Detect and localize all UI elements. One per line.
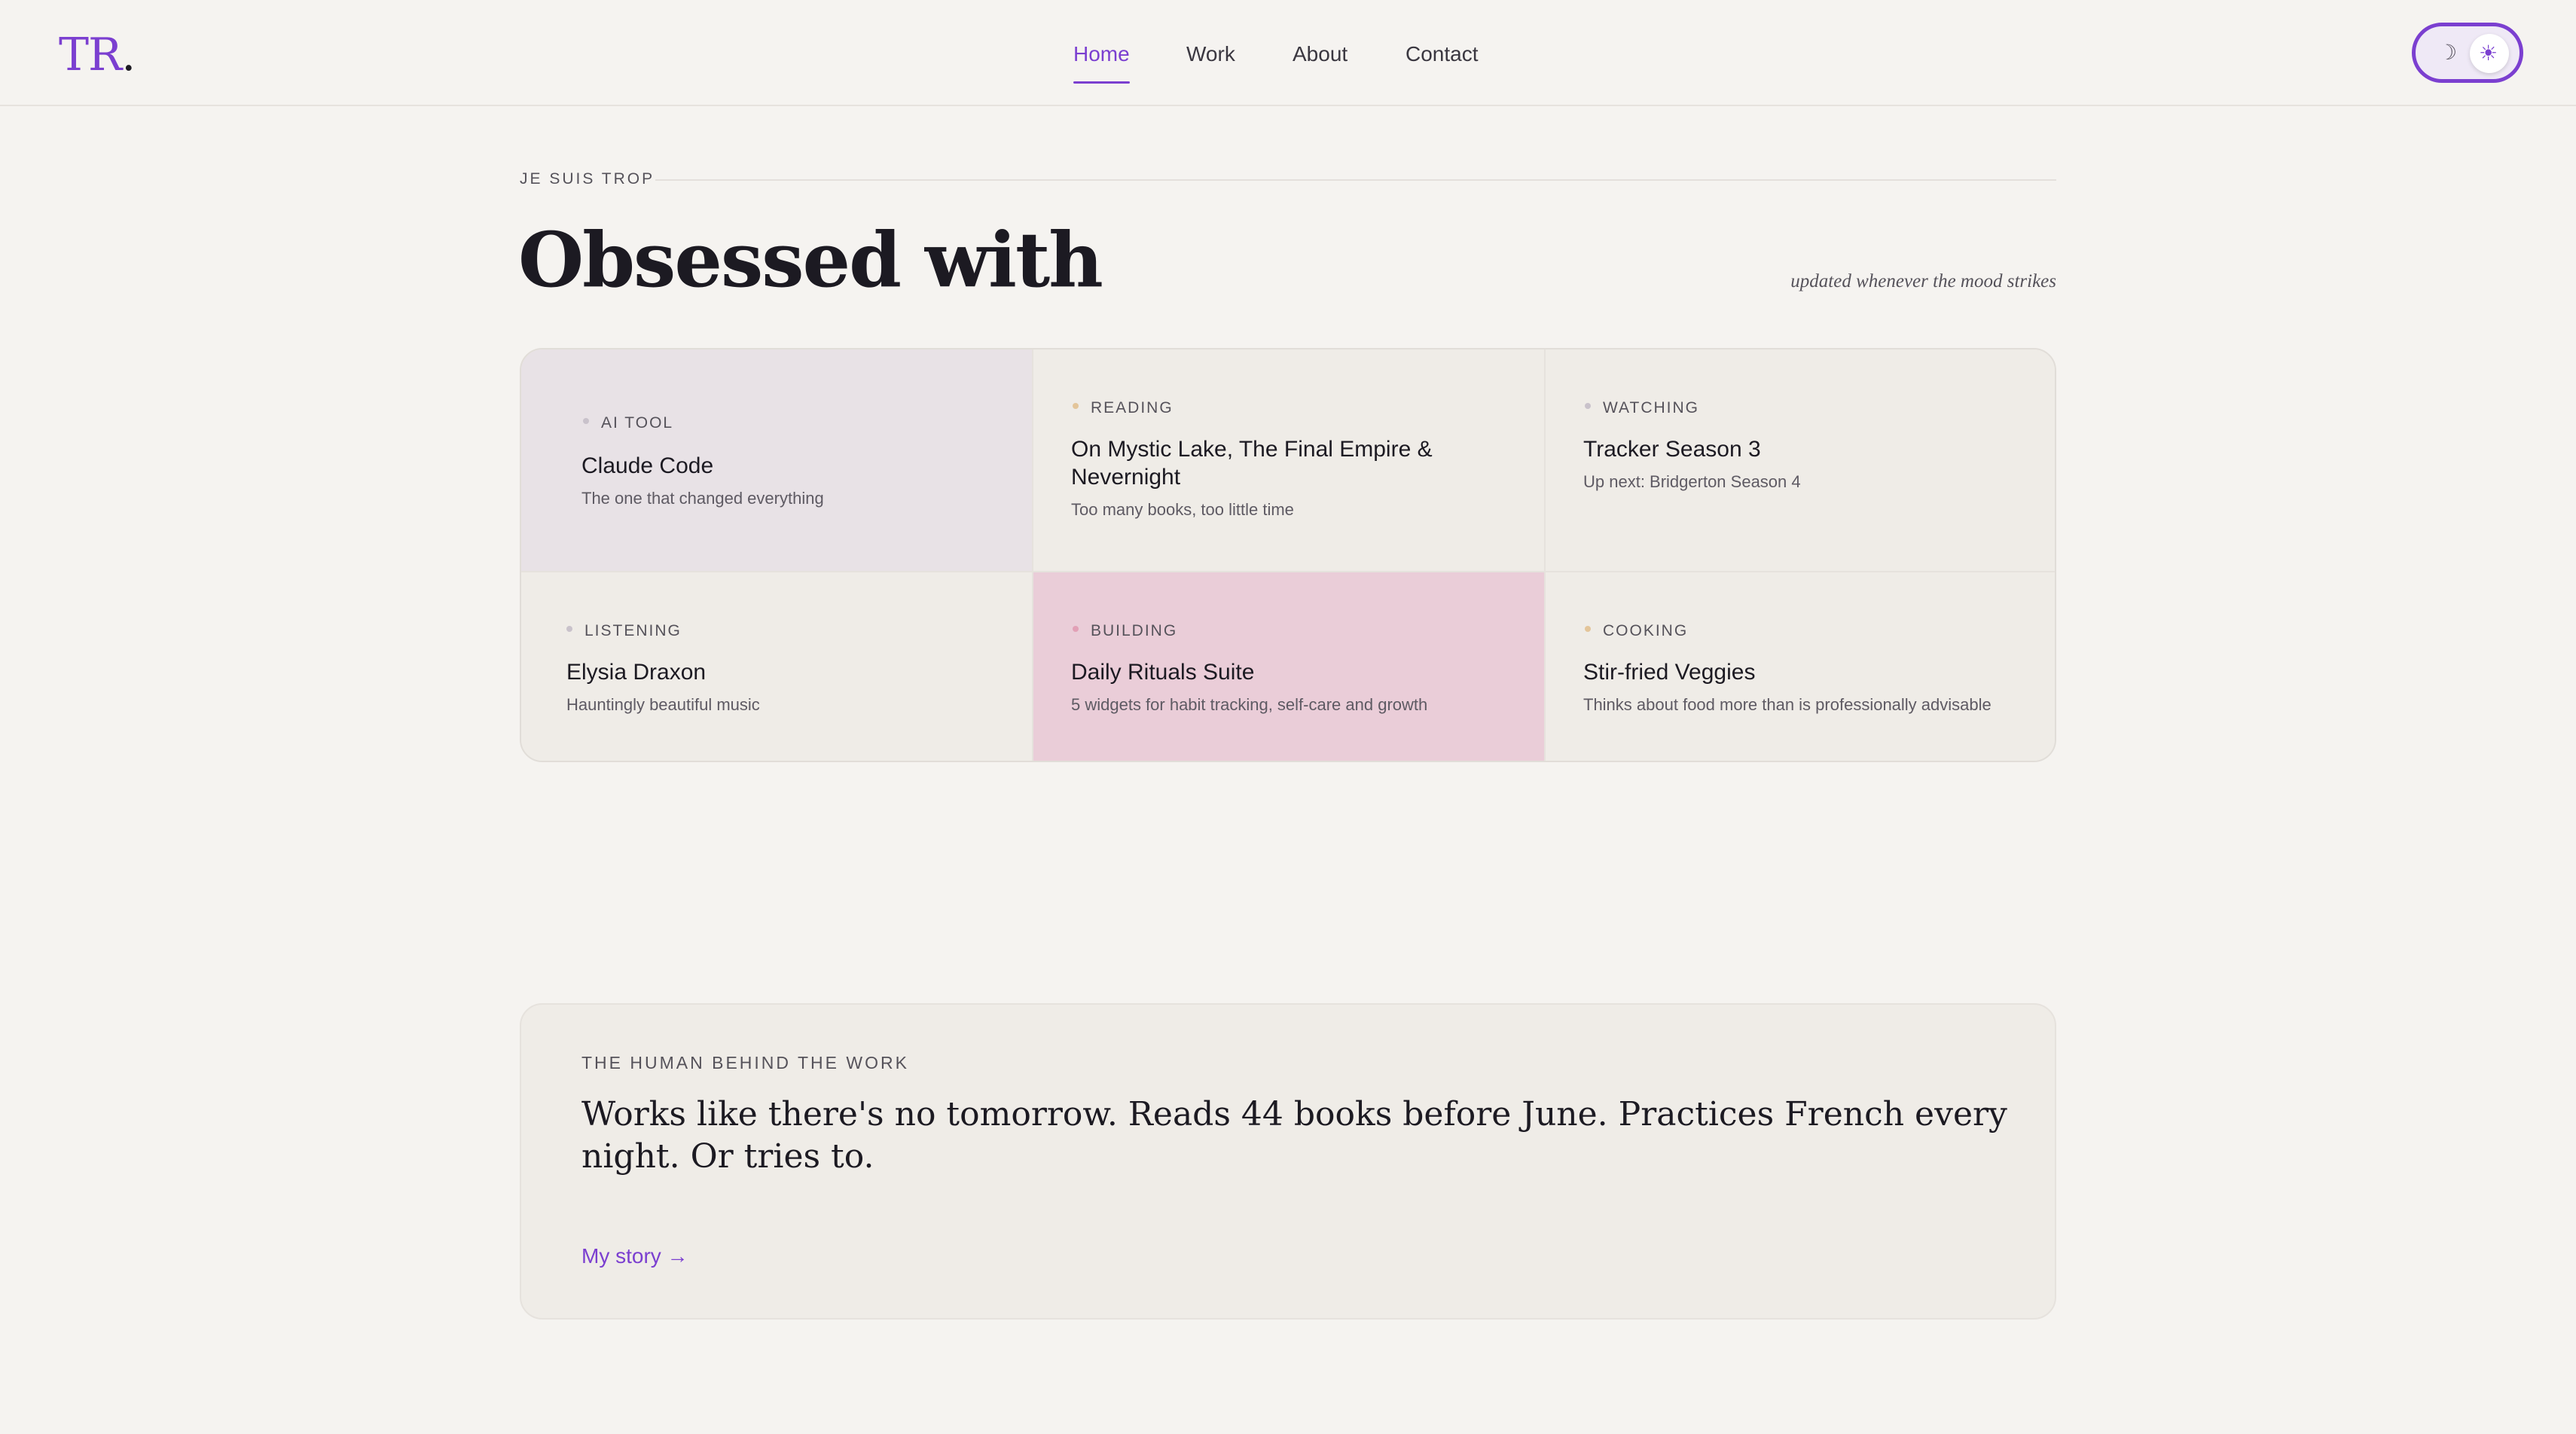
category-label: BUILDING: [1091, 622, 1178, 639]
obsession-card-watching[interactable]: WATCHING Tracker Season 3 Up next: Bridg…: [1546, 349, 2055, 572]
category-dot: [1585, 626, 1591, 633]
card-category: COOKING: [1585, 622, 1688, 640]
theme-toggle[interactable]: ☽ ☀: [2412, 23, 2523, 83]
main-nav: Home Work About Contact: [0, 42, 2576, 87]
card-category: AI TOOL: [583, 414, 673, 432]
obsession-card-cooking[interactable]: COOKING Stir-fried Veggies Thinks about …: [1546, 572, 2055, 761]
category-label: WATCHING: [1603, 399, 1699, 416]
nav-about[interactable]: About: [1293, 42, 1348, 87]
sun-icon: ☀: [2479, 41, 2498, 66]
moon-icon: ☽: [2438, 40, 2458, 65]
eyebrow-divider: [655, 179, 2056, 181]
card-subtitle: The one that changed everything: [581, 489, 824, 508]
category-dot: [1073, 403, 1079, 410]
category-dot: [1073, 626, 1079, 633]
obsession-card-building[interactable]: BUILDING Daily Rituals Suite 5 widgets f…: [1033, 572, 1546, 761]
card-category: LISTENING: [566, 622, 682, 640]
obsession-card-ai-tool[interactable]: AI TOOL Claude Code The one that changed…: [521, 349, 1033, 572]
human-card: THE HUMAN BEHIND THE WORK Works like the…: [520, 1003, 2056, 1320]
category-dot: [566, 626, 572, 633]
update-note: updated whenever the mood strikes: [1790, 271, 2056, 291]
human-eyebrow: THE HUMAN BEHIND THE WORK: [581, 1053, 909, 1072]
section-eyebrow: JE SUIS TROP: [520, 170, 655, 188]
card-subtitle: Too many books, too little time: [1071, 500, 1294, 519]
category-dot: [1585, 403, 1591, 410]
toggle-knob: ☀: [2470, 34, 2509, 73]
obsession-card-reading[interactable]: READING On Mystic Lake, The Final Empire…: [1033, 349, 1546, 572]
category-label: AI TOOL: [601, 414, 674, 432]
card-category: BUILDING: [1073, 622, 1177, 640]
category-label: LISTENING: [584, 622, 682, 639]
nav-home[interactable]: Home: [1073, 42, 1130, 87]
card-subtitle: Thinks about food more than is professio…: [1583, 695, 1992, 714]
page-frame: TR. Home Work About Contact ☽ ☀ JE SUIS …: [0, 0, 2576, 1434]
category-label: READING: [1091, 399, 1174, 416]
card-subtitle: Up next: Bridgerton Season 4: [1583, 472, 1801, 491]
obsessions-grid: AI TOOL Claude Code The one that changed…: [520, 348, 2056, 762]
card-title: Elysia Draxon: [566, 660, 707, 685]
category-label: COOKING: [1603, 622, 1689, 639]
human-quote: Works like there's no tomorrow. Reads 44…: [581, 1095, 2007, 1176]
card-title: Daily Rituals Suite: [1071, 660, 1255, 685]
nav-contact[interactable]: Contact: [1406, 42, 1479, 87]
card-subtitle: 5 widgets for habit tracking, self-care …: [1071, 695, 1428, 714]
page-title: Obsessed with: [518, 215, 1103, 304]
card-title: On Mystic Lake, The Final Empire & Never…: [1071, 437, 1433, 490]
category-dot: [583, 418, 589, 425]
card-category: WATCHING: [1585, 399, 1699, 417]
card-category: READING: [1073, 399, 1174, 417]
my-story-link[interactable]: My story →: [581, 1244, 688, 1268]
site-header: TR. Home Work About Contact ☽ ☀: [0, 0, 2576, 106]
obsession-card-listening[interactable]: LISTENING Elysia Draxon Hauntingly beaut…: [521, 572, 1033, 761]
card-title: Tracker Season 3: [1583, 437, 1761, 462]
card-subtitle: Hauntingly beautiful music: [566, 695, 760, 714]
nav-work[interactable]: Work: [1186, 42, 1235, 87]
card-title: Claude Code: [581, 453, 714, 478]
card-title: Stir-fried Veggies: [1583, 660, 1756, 685]
